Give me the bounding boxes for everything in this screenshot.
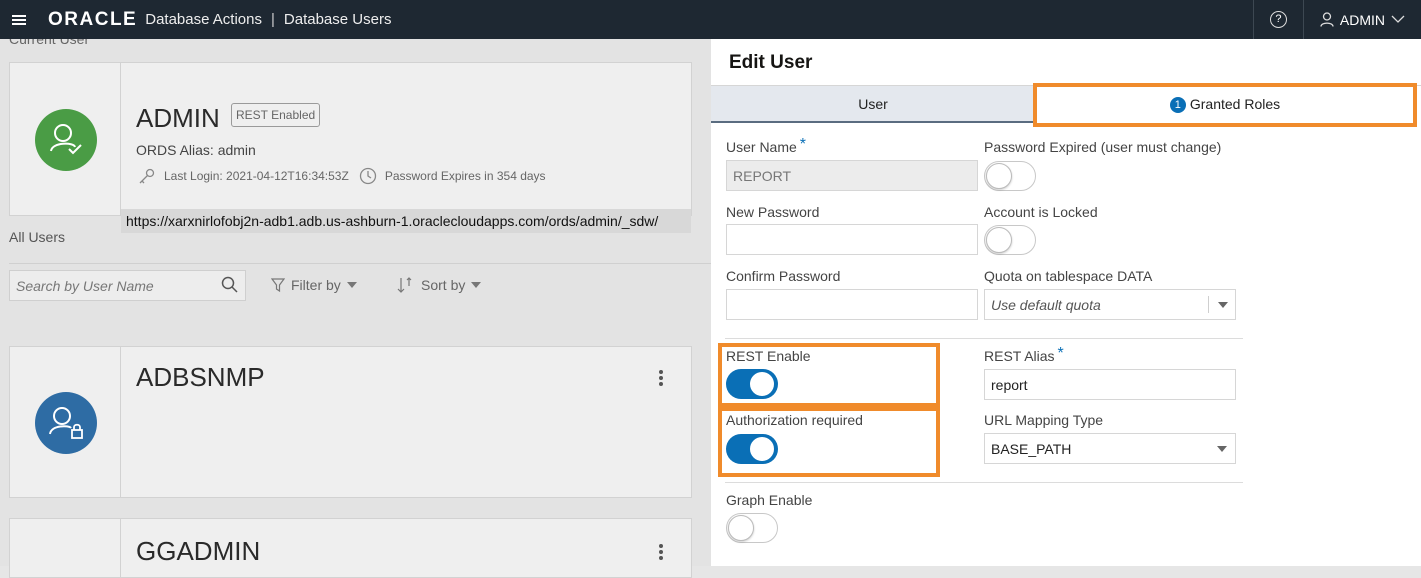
chevron-down-icon <box>1391 15 1405 23</box>
url-mapping-select[interactable]: BASE_PATH <box>984 433 1236 464</box>
graph-enable-label: Graph Enable <box>726 492 813 508</box>
drawer-title: Edit User <box>729 52 813 73</box>
password-expiry: Password Expires in 354 days <box>384 169 546 183</box>
sort-label: Sort by <box>421 277 466 293</box>
user-icon <box>1320 12 1334 27</box>
quota-label: Quota on tablespace DATA <box>984 268 1153 284</box>
user-card-name: GGADMIN <box>136 536 261 566</box>
app-name[interactable]: Database Actions <box>145 11 262 28</box>
user-menu-label: ADMIN <box>1339 11 1385 28</box>
user-lock-icon <box>49 407 83 439</box>
rest-alias-field[interactable]: report <box>984 369 1236 400</box>
url-mapping-label: URL Mapping Type <box>984 412 1104 428</box>
all-users-heading: All Users <box>9 229 66 245</box>
avatar-column <box>10 63 121 215</box>
key-icon <box>139 168 155 184</box>
top-header: ORACLE Database Actions | Database Users… <box>0 0 1421 39</box>
rest-enabled-badge: REST Enabled <box>231 103 321 127</box>
rest-alias-label: REST Alias * <box>984 345 1064 364</box>
oracle-logo: ORACLE <box>48 8 138 30</box>
new-password-label: New Password <box>726 204 820 220</box>
user-check-icon <box>50 124 82 155</box>
rest-enable-label: REST Enable <box>726 348 811 364</box>
sort-button[interactable]: Sort by <box>397 277 482 293</box>
page-title: Database Users <box>283 11 392 28</box>
filter-label: Filter by <box>291 277 341 293</box>
last-login: Last Login: 2021-04-12T16:34:53Z <box>164 169 349 183</box>
account-locked-label: Account is Locked <box>984 204 1098 220</box>
current-user-name: ADMIN <box>136 103 220 133</box>
rest-enable-toggle[interactable] <box>726 369 778 399</box>
divider <box>9 263 711 264</box>
help-button[interactable]: ? <box>1252 0 1303 39</box>
caret-down-icon <box>471 282 482 288</box>
search-input[interactable]: Search by User Name <box>9 270 246 301</box>
admin-avatar <box>35 109 97 171</box>
users-page: Current User ADMIN REST Enabled ORDS Ali… <box>0 31 711 578</box>
graph-enable-toggle[interactable] <box>726 513 778 543</box>
user-card-ggadmin[interactable]: GGADMIN <box>9 518 692 578</box>
password-expired-label: Password Expired (user must change) <box>984 139 1222 155</box>
auth-required-label: Authorization required <box>726 412 863 428</box>
user-card-adbsnmp[interactable]: ADBSNMP <box>9 346 692 498</box>
caret-down-icon <box>346 282 357 288</box>
dropdown-arrow-icon <box>1208 296 1235 313</box>
password-expired-toggle[interactable] <box>984 161 1036 191</box>
avatar-column <box>10 347 121 497</box>
auth-required-toggle[interactable] <box>726 434 778 464</box>
user-avatar <box>35 392 97 454</box>
confirm-password-label: Confirm Password <box>726 268 841 284</box>
quota-select[interactable]: Use default quota <box>984 289 1236 320</box>
url-mapping-value: BASE_PATH <box>991 441 1072 457</box>
confirm-password-field[interactable] <box>726 289 978 320</box>
highlight-granted-roles <box>1033 83 1417 127</box>
new-password-field[interactable] <box>726 224 978 255</box>
more-options-icon[interactable] <box>659 542 663 562</box>
user-card-name: ADBSNMP <box>136 362 265 392</box>
section-divider <box>725 338 1243 339</box>
section-divider <box>725 482 1243 483</box>
hamburger-menu-icon[interactable] <box>12 13 26 27</box>
search-icon[interactable] <box>221 276 239 294</box>
login-meta: Last Login: 2021-04-12T16:34:53Z Passwor… <box>138 167 546 185</box>
quota-value: Use default quota <box>991 297 1101 313</box>
edit-user-drawer: Edit User User 1 Granted Roles User Name *… <box>711 39 1421 566</box>
filter-button[interactable]: Filter by <box>271 277 357 293</box>
dropdown-arrow-icon <box>1208 440 1235 457</box>
sort-icon <box>397 277 412 293</box>
tab-user[interactable]: User <box>711 86 1035 123</box>
filter-icon <box>271 277 285 292</box>
current-user-card: ADMIN REST Enabled ORDS Alias: admin Las… <box>9 62 692 233</box>
account-locked-toggle[interactable] <box>984 225 1036 255</box>
rest-url[interactable]: https://xarxnirlofobj2n-adb1.adb.us-ashb… <box>121 209 691 233</box>
avatar-column <box>10 519 121 577</box>
more-options-icon[interactable] <box>659 368 663 388</box>
breadcrumb-separator: | <box>270 11 275 28</box>
user-name-field[interactable]: REPORT <box>726 160 978 191</box>
user-menu-button[interactable]: ADMIN <box>1302 0 1421 39</box>
ords-alias: ORDS Alias: admin <box>136 142 256 158</box>
user-name-label: User Name * <box>726 136 807 155</box>
help-icon: ? <box>1269 11 1287 28</box>
clock-icon <box>359 167 376 185</box>
